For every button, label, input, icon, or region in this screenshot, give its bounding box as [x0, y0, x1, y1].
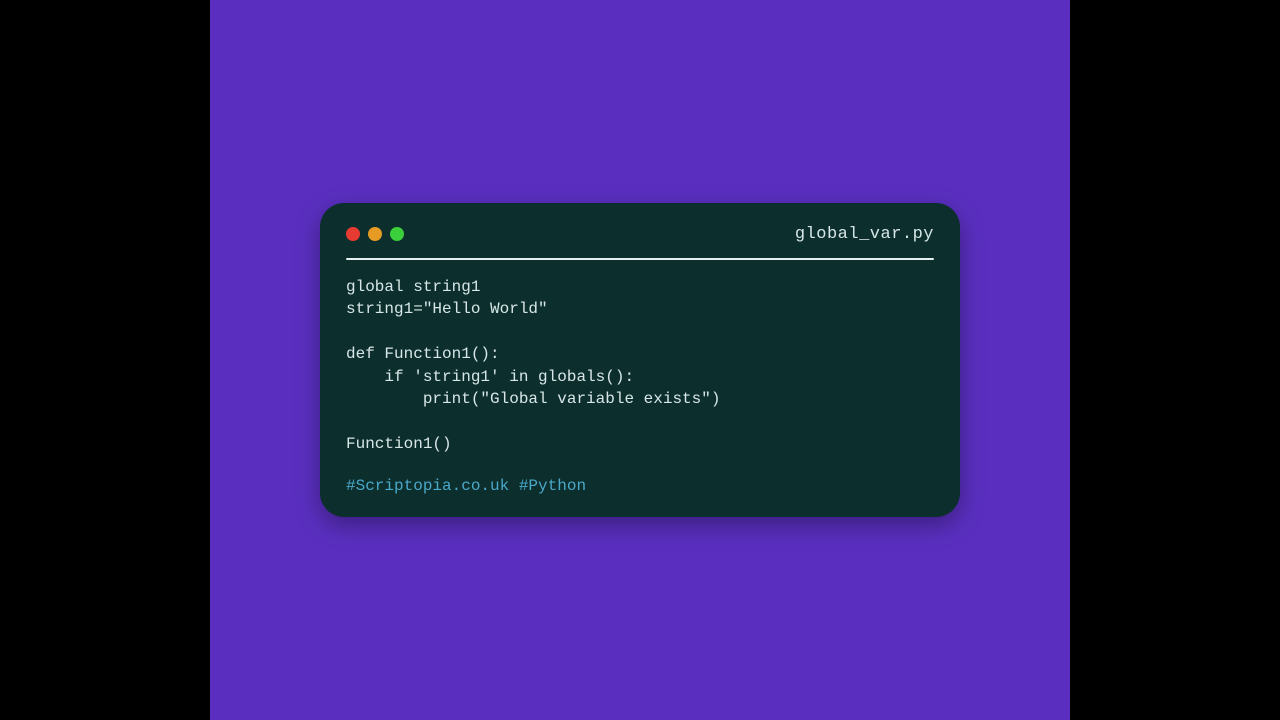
background-canvas: global_var.py global string1 string1="He… — [210, 0, 1070, 720]
code-line: print("Global variable exists") — [346, 390, 720, 408]
code-block: global string1 string1="Hello World" def… — [346, 276, 934, 455]
code-line: def Function1(): — [346, 345, 500, 363]
minimize-dot-icon — [368, 227, 382, 241]
code-line: string1="Hello World" — [346, 300, 548, 318]
hashtag-footer: #Scriptopia.co.uk #Python — [346, 477, 934, 495]
maximize-dot-icon — [390, 227, 404, 241]
close-dot-icon — [346, 227, 360, 241]
window-titlebar: global_var.py — [346, 225, 934, 258]
code-line: global string1 — [346, 278, 480, 296]
code-line: Function1() — [346, 435, 452, 453]
code-window: global_var.py global string1 string1="He… — [320, 203, 960, 517]
window-filename: global_var.py — [795, 225, 934, 244]
code-line: if 'string1' in globals(): — [346, 368, 634, 386]
titlebar-divider — [346, 258, 934, 260]
traffic-light-dots — [346, 227, 404, 241]
